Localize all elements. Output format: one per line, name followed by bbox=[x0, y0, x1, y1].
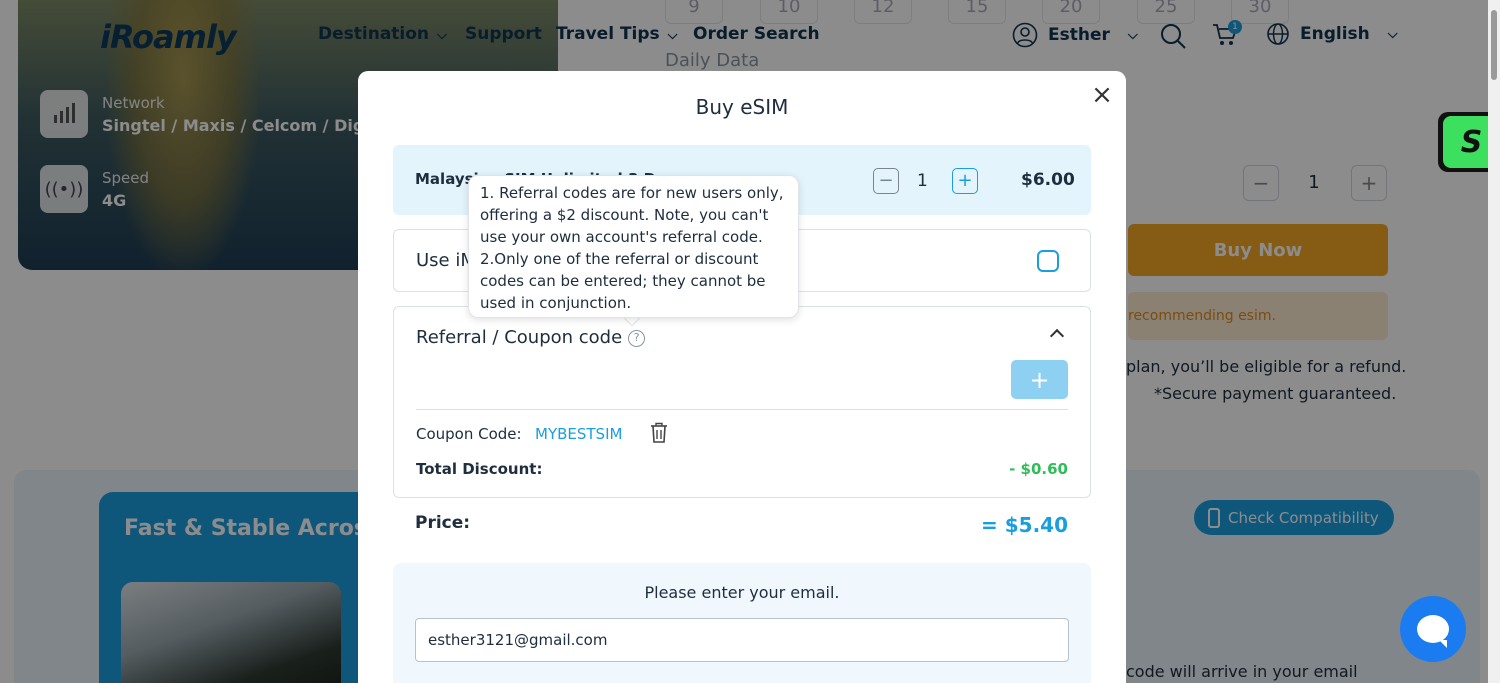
email-section: Please enter your email. bbox=[393, 563, 1091, 683]
total-discount-label: Total Discount: bbox=[416, 460, 543, 478]
tooltip-line-1: 1. Referral codes are for new users only… bbox=[480, 184, 784, 246]
coupon-section: Referral / Coupon code? + Coupon Code: M… bbox=[393, 306, 1091, 498]
coupon-section-title[interactable]: Referral / Coupon code? bbox=[416, 327, 646, 348]
coupon-code-label: Coupon Code: bbox=[416, 425, 522, 443]
trash-icon[interactable] bbox=[650, 422, 668, 444]
product-price: $6.00 bbox=[1021, 170, 1075, 190]
chat-button[interactable] bbox=[1400, 596, 1466, 662]
help-icon[interactable]: ? bbox=[628, 330, 646, 347]
divider bbox=[416, 409, 1068, 410]
price-label: Price: bbox=[415, 513, 471, 533]
use-credit-label: Use iM bbox=[416, 250, 476, 271]
qty-decrease-button[interactable]: − bbox=[873, 168, 899, 194]
scrollbar-thumb[interactable] bbox=[1491, 10, 1497, 80]
email-prompt: Please enter your email. bbox=[644, 583, 840, 602]
price-value: = $5.40 bbox=[981, 513, 1068, 537]
use-credit-checkbox[interactable] bbox=[1037, 250, 1059, 272]
referral-tooltip: 1. Referral codes are for new users only… bbox=[468, 175, 799, 318]
modal-title: Buy eSIM bbox=[695, 95, 789, 119]
tooltip-line-2: 2.Only one of the referral or discount c… bbox=[480, 250, 766, 312]
coupon-input[interactable] bbox=[416, 361, 996, 399]
total-discount-value: - $0.60 bbox=[1009, 460, 1068, 478]
chat-icon bbox=[1417, 615, 1449, 648]
close-icon[interactable]: × bbox=[1090, 82, 1114, 108]
add-coupon-button[interactable]: + bbox=[1011, 360, 1068, 399]
buy-esim-modal: Buy eSIM × Malaysia eSIM Unlimited 3 Day… bbox=[358, 71, 1126, 683]
chevron-up-icon[interactable] bbox=[1049, 328, 1065, 344]
coupon-code-value: MYBESTSIM bbox=[535, 425, 623, 443]
scrollbar[interactable] bbox=[1488, 0, 1500, 683]
email-field[interactable] bbox=[415, 618, 1069, 662]
product-qty: 1 bbox=[917, 171, 928, 191]
qty-increase-button[interactable]: + bbox=[952, 168, 978, 194]
coupon-title-label: Referral / Coupon code bbox=[416, 327, 623, 348]
